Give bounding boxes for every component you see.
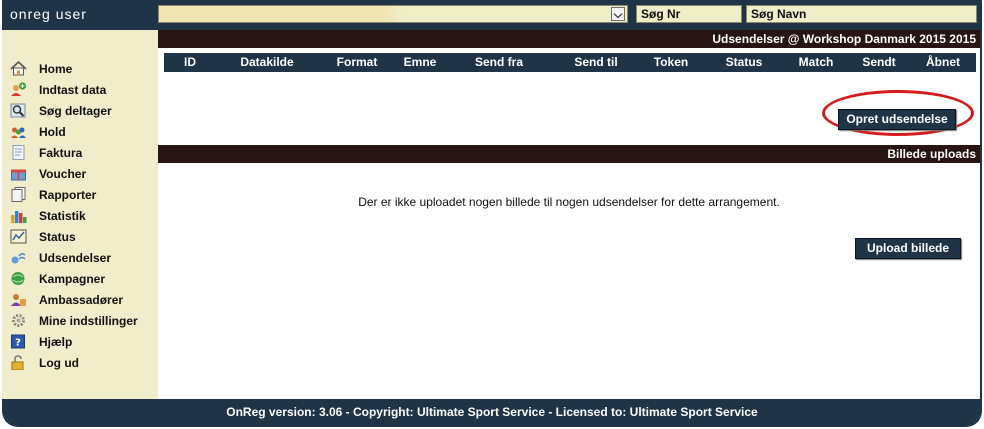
column-header[interactable]: Datakilde [216, 53, 318, 72]
broadcast-icon [10, 250, 27, 265]
column-header[interactable]: Match [784, 53, 848, 72]
search-nr-input[interactable]: Søg Nr [636, 5, 742, 23]
column-header[interactable]: Sendt [848, 53, 910, 72]
sidebar: Home Indtast data Søg deltager Hold Fakt… [2, 30, 158, 399]
sidebar-nav: Home Indtast data Søg deltager Hold Fakt… [10, 58, 138, 373]
sidebar-item-indtast-data[interactable]: Indtast data [10, 79, 138, 100]
ambassador-icon [10, 292, 27, 307]
sidebar-item-log-ud[interactable]: Log ud [10, 352, 138, 373]
app-frame: onreg user Søg Nr Søg Navn Home Indtast … [2, 0, 982, 427]
sidebar-item-ambassadoerer[interactable]: Ambassadører [10, 289, 138, 310]
team-icon [10, 124, 27, 139]
gift-icon [10, 166, 27, 181]
footer: OnReg version: 3.06 - Copyright: Ultimat… [226, 405, 758, 419]
sidebar-item-statistik[interactable]: Statistik [10, 205, 138, 226]
column-header[interactable]: Emne [396, 53, 444, 72]
column-header[interactable]: Åbnet [910, 53, 976, 72]
event-select[interactable] [158, 5, 628, 23]
top-bar: onreg user Søg Nr Søg Navn [2, 0, 982, 30]
help-icon: ? [10, 334, 27, 349]
section-title-bar: Udsendelser @ Workshop Danmark 2015 2015 [158, 30, 980, 48]
column-header[interactable]: Send til [554, 53, 638, 72]
sidebar-item-voucher[interactable]: Voucher [10, 163, 138, 184]
sidebar-item-mine-indstillinger[interactable]: Mine indstillinger [10, 310, 138, 331]
chevron-down-icon[interactable] [611, 7, 625, 21]
sidebar-item-hjaelp[interactable]: ? Hjælp [10, 331, 138, 352]
svg-text:?: ? [15, 338, 21, 349]
sidebar-item-kampagner[interactable]: Kampagner [10, 268, 138, 289]
app-title: onreg user [10, 6, 87, 22]
search-navn-input[interactable]: Søg Navn [746, 5, 977, 23]
table-header: ID Datakilde Format Emne Send fra Send t… [164, 53, 976, 72]
sidebar-item-status[interactable]: Status [10, 226, 138, 247]
sidebar-item-faktura[interactable]: Faktura [10, 142, 138, 163]
sidebar-item-rapporter[interactable]: Rapporter [10, 184, 138, 205]
campaign-icon [10, 271, 27, 286]
upload-image-button[interactable]: Upload billede [855, 238, 961, 259]
report-icon [10, 187, 27, 202]
column-header[interactable]: Send fra [444, 53, 554, 72]
bar-chart-icon [10, 208, 27, 223]
column-header[interactable]: Token [638, 53, 704, 72]
add-user-icon [10, 82, 27, 97]
search-person-icon [10, 103, 27, 118]
lock-icon [10, 355, 27, 371]
invoice-icon [10, 145, 27, 160]
column-header[interactable]: Status [704, 53, 784, 72]
column-header[interactable]: Format [318, 53, 396, 72]
sidebar-item-soeg-deltager[interactable]: Søg deltager [10, 100, 138, 121]
sidebar-item-home[interactable]: Home [10, 58, 138, 79]
uploads-title-bar: Billede uploads [158, 145, 980, 163]
empty-message: Der er ikke uploadet nogen billede til n… [358, 195, 780, 209]
status-icon [10, 229, 27, 244]
column-header[interactable]: ID [164, 53, 216, 72]
settings-icon [10, 313, 27, 328]
home-icon [10, 60, 27, 76]
main-content: Udsendelser @ Workshop Danmark 2015 2015… [158, 30, 980, 399]
create-broadcast-button[interactable]: Opret udsendelse [838, 109, 956, 130]
sidebar-item-hold[interactable]: Hold [10, 121, 138, 142]
sidebar-item-udsendelser[interactable]: Udsendelser [10, 247, 138, 268]
